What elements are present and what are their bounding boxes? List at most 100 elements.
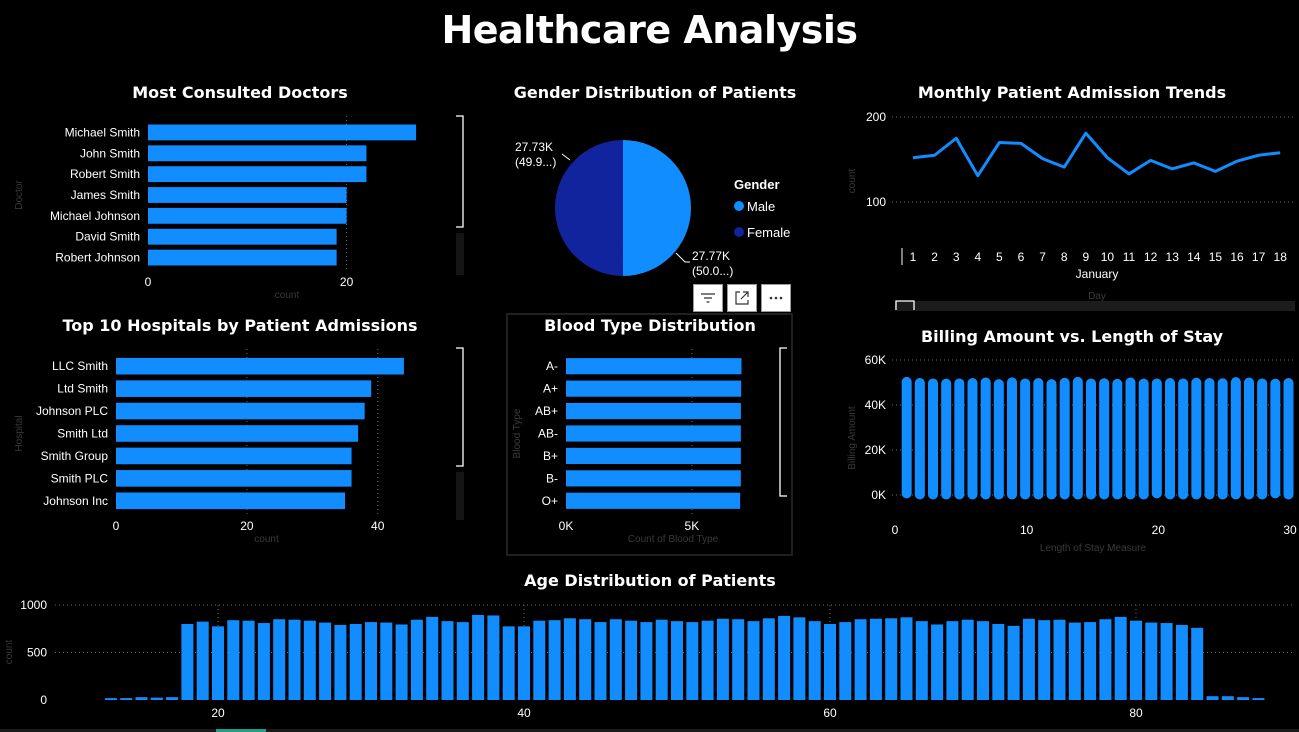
age-bar (150, 697, 163, 700)
age-bar (166, 697, 179, 700)
billing-x-tick-label: 20 (1152, 523, 1166, 537)
age-x-tick-label: 60 (823, 706, 837, 720)
age-bar (502, 626, 515, 700)
doctors-bar (148, 207, 347, 224)
blood-bar (566, 492, 741, 509)
age-bar (1007, 625, 1020, 700)
blood-category-label: O+ (542, 494, 558, 508)
age-bar (487, 615, 500, 700)
billing-x-tick-label: 30 (1283, 523, 1297, 537)
age-bar (1084, 622, 1097, 700)
hospitals-bar (116, 470, 352, 487)
blood-category-label: AB- (538, 427, 558, 441)
billing-range-bar (1086, 378, 1096, 500)
filter-icon (701, 293, 715, 303)
hospitals-bar (116, 492, 346, 510)
monthly-x-tick-label: 8 (1061, 250, 1068, 264)
monthly-x-tick-label: 6 (1018, 250, 1025, 264)
billing-y-axis-title: Billing Amount (847, 406, 858, 470)
age-bar (655, 619, 668, 700)
gender-pie-slice-male (622, 140, 692, 277)
billing-range-bar (1230, 377, 1241, 500)
age-bar (1206, 696, 1219, 700)
age-bar (732, 619, 745, 700)
monthly-y-axis-title: count (847, 169, 858, 194)
billing-y-tick-label: 40K (865, 398, 886, 412)
monthly-x-tick-label: 18 (1274, 250, 1288, 264)
age-bar (977, 621, 989, 700)
billing-range-bar (1007, 377, 1017, 500)
age-bar (227, 620, 240, 700)
billing-range-bar (928, 378, 938, 500)
billing-range-bar (1099, 378, 1110, 500)
age-bar (1252, 698, 1265, 700)
age-bar (319, 622, 332, 700)
filter-button[interactable] (693, 284, 723, 312)
gender-legend-title: Gender (734, 177, 780, 192)
hospitals-category-label: Johnson Inc (43, 494, 108, 508)
doctors-x-tick-label: 20 (340, 275, 354, 289)
age-bar (778, 615, 791, 700)
age-bar (854, 619, 867, 700)
blood-bar (566, 447, 741, 465)
billing-range-bar (901, 376, 912, 499)
age-bar (716, 618, 729, 700)
billing-range-bar (980, 377, 991, 500)
monthly-x-tick-label: 16 (1230, 250, 1244, 264)
monthly-x-tick-label: 7 (1039, 250, 1046, 264)
billing-y-tick-label: 60K (865, 353, 886, 367)
age-bar (410, 619, 423, 700)
age-bar (349, 624, 362, 700)
monthly-x-tick-label: 1 (910, 250, 917, 264)
gender-legend-item: Female (747, 225, 790, 240)
billing-range-bar (1165, 378, 1175, 500)
age-bar (915, 621, 928, 700)
age-bar (303, 620, 316, 700)
billing-range-bar (1191, 377, 1202, 500)
monthly-x-tick-label: 9 (1082, 250, 1089, 264)
monthly-x-tick-label: 17 (1252, 250, 1266, 264)
blood-bar (566, 402, 741, 420)
hospitals-x-tick-label: 0 (113, 519, 120, 533)
age-bar (380, 622, 393, 700)
age-x-tick-label: 20 (211, 706, 225, 720)
more-options-button[interactable] (761, 284, 791, 312)
billing-range-bar (1178, 378, 1189, 500)
age-bar (518, 626, 530, 700)
age-bar (365, 622, 377, 700)
blood-category-label: AB+ (535, 404, 558, 418)
age-bar (1038, 620, 1051, 700)
blood-bar (566, 425, 741, 442)
dashboard-charts-canvas: 0 20Michael SmithJohn SmithRobert SmithJa… (0, 110, 1299, 732)
age-y-tick-label: 500 (27, 646, 47, 660)
doctors-bar (148, 249, 337, 266)
gender-legend-item: Male (747, 199, 775, 214)
focus-mode-button[interactable] (727, 284, 757, 312)
blood-y-axis-title: Blood Type (512, 408, 523, 458)
monthly-x-axis-title: Day (1088, 291, 1106, 302)
gender-female-data-label-percent: (49.9...) (515, 155, 556, 169)
age-bar (181, 624, 194, 700)
age-bar (594, 622, 607, 700)
monthly-series-line (912, 131, 1281, 178)
age-bar (1022, 618, 1035, 700)
billing-range-bar (1033, 378, 1044, 500)
age-bar (472, 614, 485, 700)
doctors-bar (148, 124, 417, 141)
hospitals-category-label: LLC Smith (52, 359, 108, 373)
age-bar (212, 626, 224, 700)
blood-bar (566, 380, 742, 397)
age-bar (946, 621, 959, 700)
monthly-x-tick-label: 13 (1166, 250, 1180, 264)
age-bar (1191, 627, 1204, 700)
hospitals-bar (116, 447, 352, 465)
billing-range-bar (914, 378, 925, 500)
billing-range-bar (1112, 378, 1123, 500)
age-bar (1160, 623, 1173, 700)
age-bar (686, 622, 699, 700)
gender-male-leader-line (675, 252, 690, 263)
age-bar (120, 698, 133, 700)
blood-x-axis-title: Count of Blood Type (628, 534, 719, 545)
billing-range-bar (941, 378, 952, 500)
age-bar (1114, 616, 1127, 700)
